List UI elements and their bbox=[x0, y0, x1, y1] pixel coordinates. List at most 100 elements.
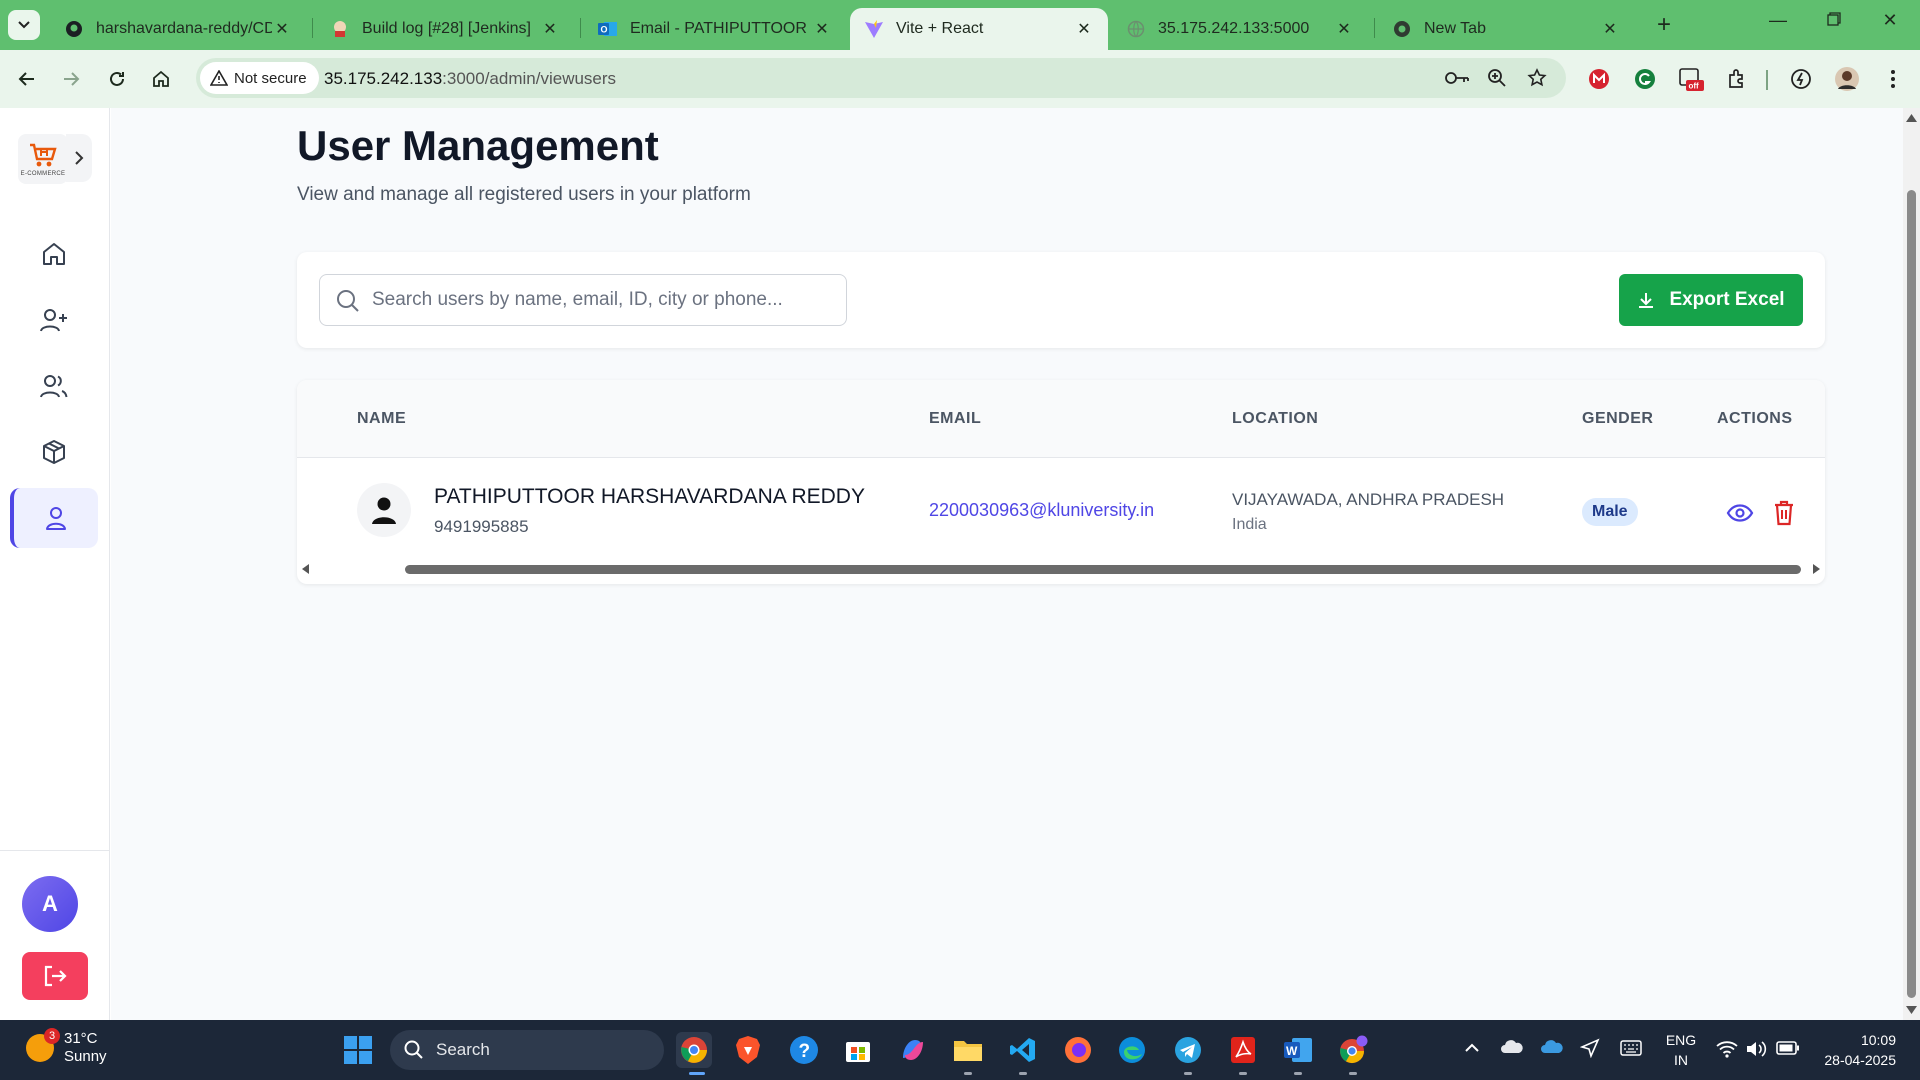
scroll-left-arrow-icon[interactable] bbox=[301, 564, 311, 574]
user-email[interactable]: 2200030963@kluniversity.in bbox=[929, 500, 1154, 521]
tab-title: 35.175.242.133:5000 bbox=[1158, 20, 1310, 37]
taskbar-clock[interactable]: 10:09 28-04-2025 bbox=[1810, 1030, 1896, 1070]
url-text[interactable]: 35.175.242.133:3000/admin/viewusers bbox=[324, 69, 616, 89]
new-tab-button[interactable]: + bbox=[1650, 12, 1678, 40]
reload-button[interactable] bbox=[102, 64, 132, 94]
sidebar-item-add-user[interactable] bbox=[10, 290, 98, 350]
taskbar-app-copilot[interactable] bbox=[895, 1032, 931, 1068]
volume-tray[interactable] bbox=[1746, 1040, 1768, 1061]
sidebar-item-products[interactable] bbox=[10, 422, 98, 482]
extension-off[interactable]: off bbox=[1678, 66, 1704, 92]
sidebar-item-users[interactable] bbox=[10, 356, 98, 416]
taskbar-app-chrome[interactable] bbox=[676, 1032, 712, 1068]
extensions-button[interactable] bbox=[1724, 66, 1750, 92]
sidebar-item-home[interactable] bbox=[10, 224, 98, 284]
extension-grammarly[interactable] bbox=[1632, 66, 1658, 92]
onedrive-tray[interactable] bbox=[1500, 1038, 1524, 1057]
home-button[interactable] bbox=[146, 64, 176, 94]
browser-tab-ip[interactable]: 35.175.242.133:5000 ✕ bbox=[1112, 8, 1368, 50]
security-indicator[interactable]: Not secure bbox=[200, 62, 319, 94]
browser-tab-newtab[interactable]: New Tab ✕ bbox=[1378, 8, 1634, 50]
taskbar-app-acrobat[interactable] bbox=[1225, 1032, 1261, 1068]
taskbar-app-word[interactable]: W bbox=[1280, 1032, 1316, 1068]
browser-tab-outlook[interactable]: O Email - PATHIPUTTOOR HA ✕ bbox=[584, 8, 846, 50]
url-host: 35.175.242.133 bbox=[324, 69, 443, 88]
profile-button[interactable] bbox=[1834, 66, 1860, 92]
taskbar-search[interactable]: Search bbox=[390, 1030, 664, 1070]
browser-tab-github[interactable]: harshavardana-reddy/CD_I ✕ bbox=[50, 8, 306, 50]
scroll-right-arrow-icon[interactable] bbox=[1811, 564, 1821, 574]
taskbar-app-edge[interactable] bbox=[1114, 1032, 1150, 1068]
zoom-button[interactable] bbox=[1484, 66, 1510, 90]
extension-m[interactable] bbox=[1586, 66, 1612, 92]
password-key-button[interactable] bbox=[1444, 66, 1470, 90]
close-icon[interactable]: ✕ bbox=[540, 19, 560, 39]
send-icon bbox=[1579, 1038, 1600, 1059]
address-bar[interactable]: Not secure 35.175.242.133:3000/admin/vie… bbox=[196, 58, 1566, 98]
browser-tab-vite[interactable]: Vite + React ✕ bbox=[850, 8, 1108, 50]
taskbar-app-chrome-profile[interactable] bbox=[1335, 1032, 1371, 1068]
vertical-scroll-thumb[interactable] bbox=[1907, 190, 1916, 998]
weather-widget[interactable]: 3 31°C Sunny bbox=[26, 1028, 107, 1066]
chrome-icon bbox=[1392, 19, 1412, 39]
forward-button[interactable] bbox=[56, 64, 86, 94]
chrome-profile-icon bbox=[1340, 1035, 1368, 1064]
close-icon[interactable]: ✕ bbox=[812, 19, 832, 39]
taskbar-app-vscode[interactable] bbox=[1005, 1032, 1041, 1068]
delete-user-button[interactable] bbox=[1769, 498, 1799, 528]
admin-avatar[interactable]: A bbox=[22, 876, 78, 932]
user-avatar bbox=[357, 483, 411, 537]
chevron-up-icon bbox=[1465, 1043, 1479, 1052]
export-excel-button[interactable]: Export Excel bbox=[1619, 274, 1803, 326]
sun-icon: 3 bbox=[26, 1028, 60, 1062]
sidebar-item-user-management[interactable] bbox=[10, 488, 98, 548]
close-window-button[interactable]: ✕ bbox=[1870, 10, 1910, 40]
start-button[interactable] bbox=[340, 1032, 376, 1068]
wifi-tray[interactable] bbox=[1716, 1040, 1738, 1061]
users-table: NAME EMAIL LOCATION GENDER ACTIONS PATHI… bbox=[297, 380, 1825, 584]
vertical-scrollbar[interactable] bbox=[1903, 108, 1920, 1020]
taskbar-app-help[interactable]: ? bbox=[786, 1032, 822, 1068]
show-hidden-icons-button[interactable] bbox=[1464, 1040, 1480, 1056]
onedrive-business-tray[interactable] bbox=[1540, 1038, 1564, 1057]
close-icon[interactable]: ✕ bbox=[1074, 19, 1094, 39]
speedometer-icon bbox=[1791, 69, 1811, 89]
profile-avatar-icon bbox=[1835, 67, 1859, 91]
close-icon[interactable]: ✕ bbox=[1600, 19, 1620, 39]
view-user-button[interactable] bbox=[1725, 498, 1755, 528]
app-sidebar: E-COMMERCE A bbox=[0, 108, 110, 1020]
taskbar-search-label: Search bbox=[436, 1040, 490, 1059]
taskbar-app-brave[interactable] bbox=[730, 1032, 766, 1068]
telegram-icon bbox=[1175, 1037, 1201, 1063]
browser-tab-jenkins[interactable]: Build log [#28] [Jenkins] ✕ bbox=[316, 8, 574, 50]
location-tray[interactable] bbox=[1579, 1038, 1600, 1061]
clock-time: 10:09 bbox=[1860, 1032, 1896, 1048]
taskbar-app-telegram[interactable] bbox=[1170, 1032, 1206, 1068]
taskbar-app-firefox[interactable] bbox=[1060, 1032, 1096, 1068]
sidebar-expand-button[interactable] bbox=[66, 134, 92, 182]
logout-button[interactable] bbox=[22, 952, 88, 1000]
keyboard-tray[interactable] bbox=[1620, 1040, 1642, 1059]
horizontal-scrollbar[interactable] bbox=[297, 562, 1825, 576]
close-icon[interactable]: ✕ bbox=[1334, 19, 1354, 39]
taskbar-app-file-explorer[interactable] bbox=[950, 1032, 986, 1068]
scroll-up-arrow-icon[interactable] bbox=[1906, 114, 1917, 122]
search-input[interactable] bbox=[372, 276, 842, 324]
scroll-down-arrow-icon[interactable] bbox=[1906, 1006, 1917, 1014]
back-button[interactable] bbox=[12, 64, 42, 94]
star-icon bbox=[1527, 68, 1547, 87]
taskbar-app-store[interactable] bbox=[840, 1032, 876, 1068]
bookmark-button[interactable] bbox=[1524, 66, 1550, 90]
battery-tray[interactable] bbox=[1776, 1040, 1800, 1059]
column-header-name: NAME bbox=[357, 410, 407, 427]
restore-button[interactable] bbox=[1814, 10, 1854, 40]
minimize-button[interactable]: — bbox=[1758, 10, 1798, 40]
browser-menu-button[interactable] bbox=[1880, 66, 1906, 92]
close-icon[interactable]: ✕ bbox=[272, 19, 292, 39]
horizontal-scroll-thumb[interactable] bbox=[405, 565, 1801, 574]
arrow-left-icon bbox=[18, 72, 34, 86]
tab-search-button[interactable] bbox=[8, 10, 40, 40]
performance-button[interactable] bbox=[1788, 66, 1814, 92]
app-logo[interactable]: E-COMMERCE bbox=[18, 134, 68, 184]
language-indicator[interactable]: ENG IN bbox=[1664, 1030, 1698, 1070]
